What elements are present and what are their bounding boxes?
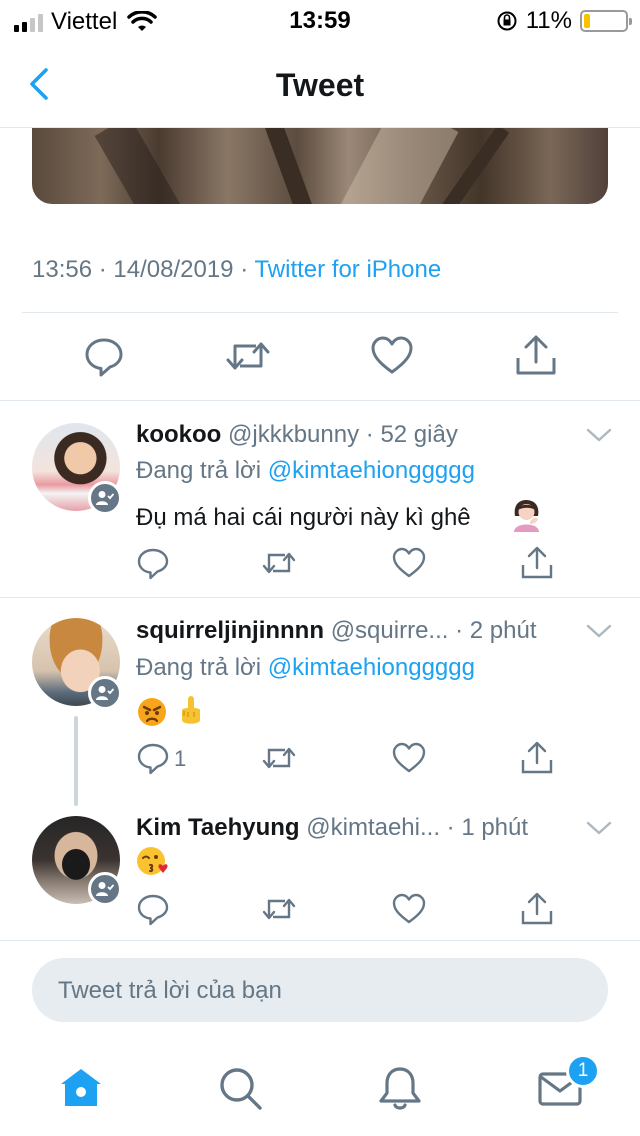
reply-age: · 2 phút [455, 617, 537, 644]
reply-icon[interactable] [136, 892, 170, 926]
compose-placeholder: Tweet trả lời của bạn [58, 977, 282, 1004]
face-blowing-kiss-emoji [137, 847, 168, 875]
divider [22, 312, 618, 313]
reply-age: · 52 giây [365, 421, 458, 448]
reply-author-name[interactable]: squirreljinjinnnn [136, 617, 324, 644]
replying-label: Đang trả lời [136, 457, 262, 484]
reply-tweet[interactable]: squirreljinjinnnn @squirre... · 2 phút Đ… [0, 598, 640, 806]
tweet-media-image[interactable] [32, 128, 608, 204]
chevron-down-icon[interactable] [586, 820, 612, 836]
reply-age: · 1 phút [446, 814, 529, 841]
reply-icon[interactable] [136, 741, 170, 775]
reply-icon[interactable] [136, 546, 170, 580]
retweet-icon[interactable] [262, 741, 296, 775]
retweet-icon[interactable] [262, 546, 296, 580]
middle-finger-emoji [182, 696, 200, 724]
retweet-icon[interactable] [226, 334, 270, 378]
chevron-down-icon[interactable] [586, 427, 612, 443]
tweet-actions [0, 334, 640, 380]
replying-to-mention[interactable]: @kimtaehionggggg [268, 457, 475, 484]
orientation-lock-icon [497, 11, 517, 31]
woman-tipping-hand-emoji [514, 500, 539, 532]
angry-face-emoji [138, 698, 166, 726]
tab-bar [0, 1046, 640, 1136]
follow-badge-icon [88, 872, 122, 906]
messages-badge: 1 [566, 1054, 600, 1088]
retweet-icon[interactable] [262, 892, 296, 926]
reply-icon[interactable] [82, 334, 126, 378]
like-icon[interactable] [392, 741, 426, 775]
like-icon[interactable] [392, 892, 426, 926]
reply-count: 1 [174, 746, 187, 771]
like-icon[interactable] [370, 334, 414, 378]
reply-author-handle: @squirre... [330, 617, 449, 644]
divider [0, 940, 640, 941]
chevron-down-icon[interactable] [586, 623, 612, 639]
search-icon[interactable] [216, 1064, 264, 1112]
share-icon[interactable] [520, 741, 554, 775]
tweet-time: 13:56 [32, 256, 93, 283]
reply-text: Đụ má hai cái người này kì ghê [136, 504, 471, 531]
reply-author-name[interactable]: Kim Taehyung [136, 814, 300, 841]
status-bar: Viettel 13:59 11% [0, 0, 640, 40]
tweet-metadata: 13:56 · 14/08/2019 · Twitter for iPhone [32, 256, 442, 283]
replying-label: Đang trả lời [136, 654, 262, 681]
follow-badge-icon [88, 676, 122, 710]
reply-compose-input[interactable]: Tweet trả lời của bạn [32, 958, 608, 1022]
battery-percent: 11% [525, 7, 572, 34]
tweet-source-link[interactable]: Twitter for iPhone [254, 256, 441, 283]
reply-author-name[interactable]: kookoo [136, 421, 221, 448]
reply-tweet[interactable]: kookoo @jkkkbunny · 52 giây Đang trả lời… [0, 401, 640, 597]
follow-badge-icon [88, 481, 122, 515]
navigation-bar: Tweet [0, 40, 640, 128]
reply-tweet[interactable]: Kim Taehyung @kimtaehi... · 1 phút [0, 798, 640, 940]
reply-author-handle: @jkkkbunny [228, 421, 360, 448]
share-icon[interactable] [514, 334, 558, 378]
home-icon[interactable] [57, 1064, 105, 1112]
tweet-date: 14/08/2019 [113, 256, 234, 283]
replying-to-mention[interactable]: @kimtaehionggggg [268, 654, 475, 681]
share-icon[interactable] [520, 546, 554, 580]
thread-connector [74, 716, 78, 806]
like-icon[interactable] [392, 546, 426, 580]
reply-author-handle: @kimtaehi... [306, 814, 440, 841]
battery-icon [580, 10, 632, 32]
page-title: Tweet [275, 67, 365, 103]
notifications-icon[interactable] [376, 1064, 424, 1112]
share-icon[interactable] [520, 892, 554, 926]
